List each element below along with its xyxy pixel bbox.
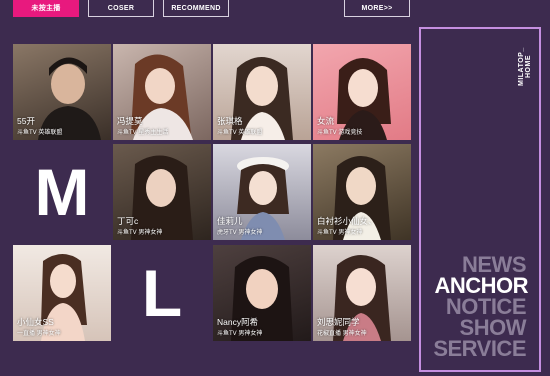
big-letter-l: L <box>141 256 183 330</box>
anchor-platform: 斗鱼TV 星秀主生活 <box>117 130 169 136</box>
anchor-name: 小仙女SS <box>17 317 54 327</box>
anchor-tile-liusini[interactable]: 刘思妮同学 花椒直播 男神女神 <box>313 245 411 341</box>
anchor-name: 冯提莫 <box>117 116 143 126</box>
anchor-name: 张琪格 <box>217 116 243 126</box>
anchor-platform: 斗鱼TV 英雄联盟 <box>17 130 63 136</box>
anchor-name: 女流 <box>317 116 335 126</box>
anchor-tile-baichenshan[interactable]: 白衬衫小仙女、 斗鱼TV 男神女神 <box>313 144 411 240</box>
anchor-name: 丁可c <box>117 216 139 226</box>
anchor-platform: 斗鱼TV 英雄联盟 <box>217 130 263 136</box>
anchor-name: 刘思妮同学 <box>317 317 360 327</box>
tab-featured-anchors[interactable]: 未按主播 <box>13 0 79 17</box>
anchor-name: 佳莉儿 <box>217 216 243 226</box>
anchor-name: Nancy阿希 <box>217 317 259 327</box>
anchor-platform: 花椒直播 男神女神 <box>317 331 367 337</box>
anchor-platform: 斗鱼TV 男神女神 <box>317 230 363 236</box>
tab-more[interactable]: MORE>> <box>344 0 410 17</box>
tab-recommend[interactable]: RECOMMEND <box>163 0 229 17</box>
anchor-tile-nancy[interactable]: Nancy阿希 斗鱼TV 男神女神 <box>213 245 311 341</box>
anchor-platform: 斗鱼TV 男神女神 <box>117 230 163 236</box>
big-letter-m: M <box>34 155 90 229</box>
menu-item-service[interactable]: SERVICE <box>433 338 526 360</box>
anchor-platform: 斗鱼TV 游戏竞技 <box>317 130 363 136</box>
anchor-platform: 虎牙TV 男神女神 <box>217 230 263 236</box>
anchor-platform: 一直播 男神女神 <box>17 331 61 337</box>
tab-coser[interactable]: COSER <box>88 0 154 17</box>
anchor-tile-dingkec[interactable]: 丁可c 斗鱼TV 男神女神 <box>113 144 211 240</box>
anchor-tile-jialier[interactable]: 佳莉儿 虎牙TV 男神女神 <box>213 144 311 240</box>
anchor-tile-zhangqige[interactable]: 张琪格 斗鱼TV 英雄联盟 <box>213 44 311 140</box>
anchor-tile-fengtimo[interactable]: 冯提莫 斗鱼TV 星秀主生活 <box>113 44 211 140</box>
anchor-tile-xiaoxiannv[interactable]: 小仙女SS 一直播 男神女神 <box>13 245 111 341</box>
anchor-platform: 斗鱼TV 男神女神 <box>217 331 263 337</box>
anchor-name: 55开 <box>17 116 35 126</box>
panel-vertical-label: MILATOP_ HOME <box>518 47 532 87</box>
anchor-tile-nvliu[interactable]: 女流 斗鱼TV 游戏竞技 <box>313 44 411 140</box>
anchor-tile-55kai[interactable]: 55开 斗鱼TV 英雄联盟 <box>13 44 111 140</box>
anchor-name: 白衬衫小仙女、 <box>317 216 377 226</box>
